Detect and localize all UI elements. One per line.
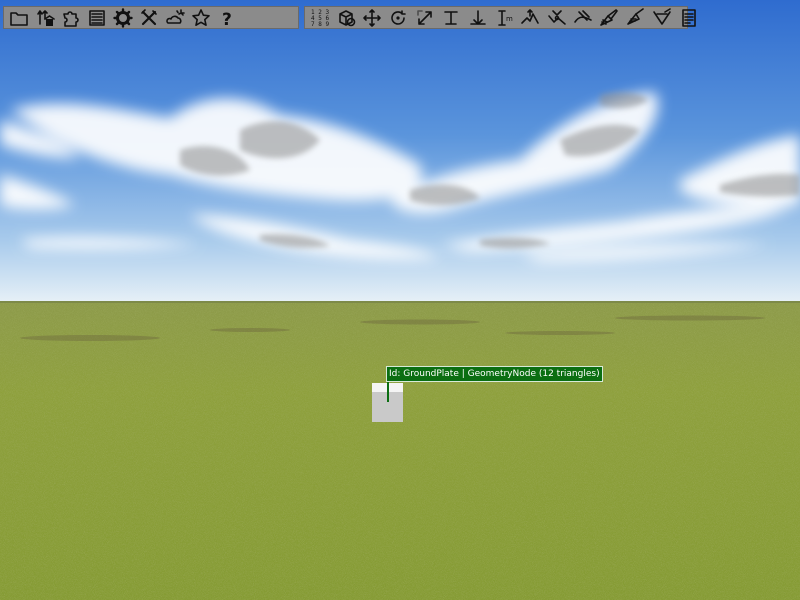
terrain-raise-icon <box>521 8 540 24</box>
gear-icon <box>113 7 133 28</box>
trees-house-icon <box>37 9 55 26</box>
terrain-smooth-icon <box>574 9 592 23</box>
measure-icon: m <box>498 9 513 26</box>
favorites-button[interactable] <box>188 7 214 28</box>
svg-text:7 8 9: 7 8 9 <box>311 21 329 28</box>
extensions-button[interactable] <box>58 7 84 28</box>
list-panel-icon <box>89 9 105 26</box>
numbers-button[interactable]: 1 2 34 5 67 8 9 <box>306 7 332 28</box>
svg-text:?: ? <box>222 10 232 28</box>
selection-info-label: Id: GroundPlate | GeometryNode (12 trian… <box>386 366 603 382</box>
move-icon <box>363 8 381 27</box>
notes-icon <box>681 8 696 27</box>
tools-icon <box>141 8 157 25</box>
weather-button[interactable] <box>162 7 188 28</box>
add-objects-button[interactable] <box>32 7 58 28</box>
select-object-icon <box>338 9 355 26</box>
terrain-smooth-button[interactable] <box>570 7 596 28</box>
paint-detail-button[interactable] <box>623 7 649 28</box>
ground-texture <box>0 302 800 600</box>
help-button[interactable]: ? <box>214 7 240 28</box>
notes-button[interactable] <box>675 7 701 28</box>
align-top-button[interactable] <box>438 7 464 28</box>
viewport-3d[interactable] <box>0 0 800 600</box>
selection-leader-line <box>387 381 389 402</box>
rotate-icon <box>391 9 407 25</box>
number-grid-icon: 1 2 34 5 67 8 9 <box>311 9 329 28</box>
move-button[interactable] <box>359 7 385 28</box>
paint-erase-icon <box>653 7 672 25</box>
svg-text:m: m <box>506 15 513 23</box>
scale-icon <box>416 9 432 25</box>
panels-button[interactable] <box>84 7 110 28</box>
anchor-icon <box>469 9 486 25</box>
tools-button[interactable] <box>136 7 162 28</box>
help-icon: ? <box>222 10 232 28</box>
scale-button[interactable] <box>412 7 438 28</box>
paint-icon <box>600 8 619 26</box>
settings-button[interactable] <box>110 7 136 28</box>
horizon-line <box>0 301 800 303</box>
tools-toolbar: 1 2 34 5 67 8 9 m <box>304 6 696 29</box>
weather-icon <box>166 8 185 24</box>
terrain-raise-button[interactable] <box>517 7 543 28</box>
open-folder-button[interactable] <box>6 7 32 28</box>
anchor-button[interactable] <box>464 7 490 28</box>
align-top-icon <box>444 10 458 25</box>
select-object-button[interactable] <box>332 7 358 28</box>
star-icon <box>192 8 210 26</box>
terrain-lower-button[interactable] <box>544 7 570 28</box>
paint-detail-icon <box>627 7 644 25</box>
paint-erase-button[interactable] <box>649 7 675 28</box>
open-folder-icon <box>10 11 28 26</box>
paint-button[interactable] <box>596 7 622 28</box>
rotate-button[interactable] <box>385 7 411 28</box>
main-toolbar: ? <box>3 6 299 29</box>
measure-button[interactable]: m <box>491 7 517 28</box>
puzzle-piece-icon <box>63 10 79 27</box>
terrain-lower-icon <box>547 9 566 25</box>
